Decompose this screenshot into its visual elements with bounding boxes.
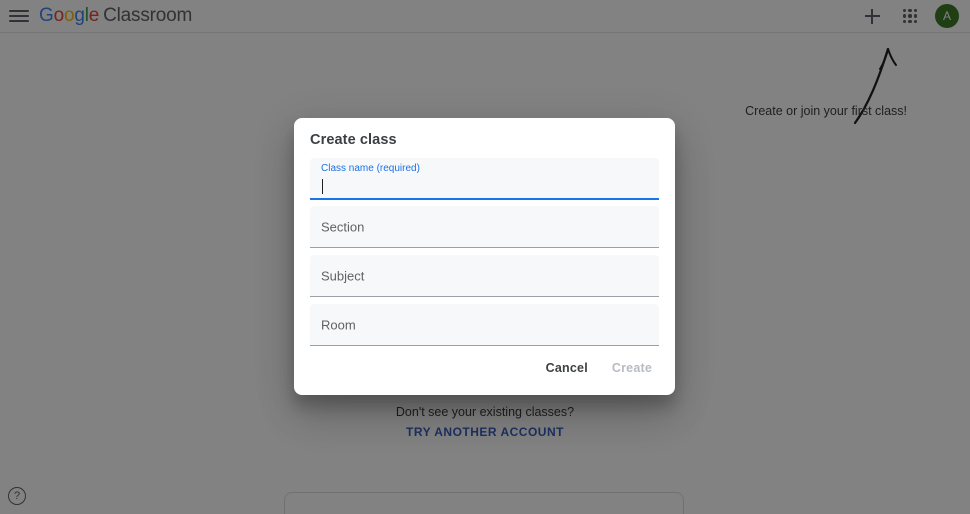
dialog-actions: Cancel Create: [294, 355, 675, 395]
create-class-dialog: Create class Class name (required) Secti…: [294, 118, 675, 395]
dialog-title: Create class: [310, 132, 397, 148]
dialog-fields: Class name (required) Section Subject Ro…: [294, 158, 675, 353]
room-field[interactable]: Room: [310, 304, 659, 346]
text-caret: [322, 179, 323, 194]
class-name-label: Class name (required): [321, 163, 420, 174]
subject-field[interactable]: Subject: [310, 255, 659, 297]
cancel-button[interactable]: Cancel: [537, 355, 597, 381]
section-label: Section: [321, 219, 365, 234]
class-name-field[interactable]: Class name (required): [310, 158, 659, 200]
create-button[interactable]: Create: [603, 355, 661, 381]
section-field[interactable]: Section: [310, 206, 659, 248]
room-label: Room: [321, 317, 356, 332]
app-root: Google Classroom A Create or join your f…: [0, 0, 970, 514]
subject-label: Subject: [321, 268, 365, 283]
